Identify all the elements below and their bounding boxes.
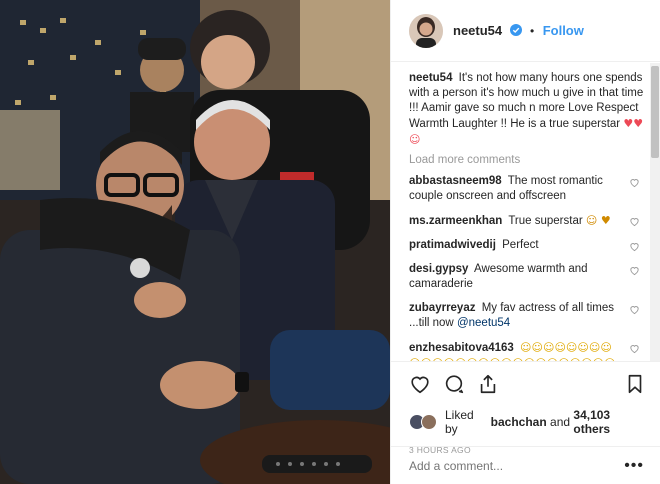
comment-username[interactable]: pratimadwivedij [409, 239, 496, 251]
post-actions: Liked by bachchan and 34,103 others 3 HO… [391, 361, 660, 455]
liker-avatars [409, 414, 437, 430]
comment-item: enzhesabitova4163 ☺☺☺☺☺☺☺☺☺☺☺☺☺☺☺☺☺☺☺☺☺☺… [409, 340, 646, 361]
likes-summary: Liked by bachchan and 34,103 others [409, 408, 646, 436]
likes-count[interactable]: 34,103 others [573, 408, 646, 436]
photo-illustration [0, 0, 390, 484]
add-comment-bar: ••• [391, 446, 660, 484]
comment-like-heart-icon[interactable] [629, 304, 640, 315]
comment-username[interactable]: enzhesabitova4163 [409, 342, 514, 354]
comment-username[interactable]: desi.gypsy [409, 263, 468, 275]
avatar[interactable] [409, 13, 443, 48]
comment-like-heart-icon[interactable] [629, 265, 640, 276]
heart-outline-icon[interactable] [409, 373, 431, 395]
avatar-image [409, 13, 443, 48]
comments-scrollbar-thumb[interactable] [651, 66, 659, 158]
post-side-panel: neetu54 • Follow neetu54 It's not how ma… [390, 0, 660, 484]
comment-like-heart-icon[interactable] [629, 216, 640, 227]
more-options-icon[interactable]: ••• [624, 457, 644, 475]
post-caption: neetu54 It's not how many hours one spen… [409, 71, 646, 148]
comment-like-heart-icon[interactable] [629, 241, 640, 252]
comment-like-heart-icon[interactable] [629, 177, 640, 188]
likes-prefix: Liked by [445, 408, 474, 436]
comment-item: pratimadwivedij Perfect [409, 238, 646, 253]
comment-emojis: ☺ ♥ [585, 214, 611, 227]
post-header: neetu54 • Follow [391, 0, 660, 62]
add-comment-input[interactable] [409, 458, 609, 473]
comment-item: abbastasneem98 The most romantic couple … [409, 174, 646, 204]
comment-bubble-icon[interactable] [443, 373, 465, 395]
action-row [409, 372, 646, 396]
caption-username[interactable]: neetu54 [409, 72, 452, 84]
comment-username[interactable]: abbastasneem98 [409, 175, 502, 187]
comment-username[interactable]: zubayrreyaz [409, 302, 475, 314]
comment-text: True superstar [508, 215, 583, 227]
comment-text: Perfect [502, 239, 539, 251]
header-username[interactable]: neetu54 [453, 23, 502, 38]
post-photo[interactable] [0, 0, 390, 484]
comments-list[interactable]: neetu54 It's not how many hours one spen… [391, 63, 660, 361]
header-info: neetu54 • Follow [453, 22, 584, 40]
liker-avatar[interactable] [421, 414, 437, 430]
comment-username[interactable]: ms.zarmeenkhan [409, 215, 502, 227]
follow-button[interactable]: Follow [543, 23, 584, 38]
bookmark-icon[interactable] [624, 373, 646, 395]
likes-user[interactable]: bachchan [491, 415, 547, 429]
verified-badge-icon [509, 24, 522, 37]
comment-mention[interactable]: @neetu54 [457, 317, 510, 329]
likes-middle: and [550, 415, 571, 429]
comment-item: ms.zarmeenkhan True superstar ☺ ♥ [409, 213, 646, 229]
comment-item: desi.gypsy Awesome warmth and camaraderi… [409, 262, 646, 292]
load-more-comments-button[interactable]: Load more comments [409, 154, 646, 166]
comment-item: zubayrreyaz My fav actress of all times … [409, 301, 646, 331]
share-icon[interactable] [477, 373, 499, 395]
header-separator: • [530, 23, 535, 38]
comment-like-heart-icon[interactable] [629, 343, 640, 354]
